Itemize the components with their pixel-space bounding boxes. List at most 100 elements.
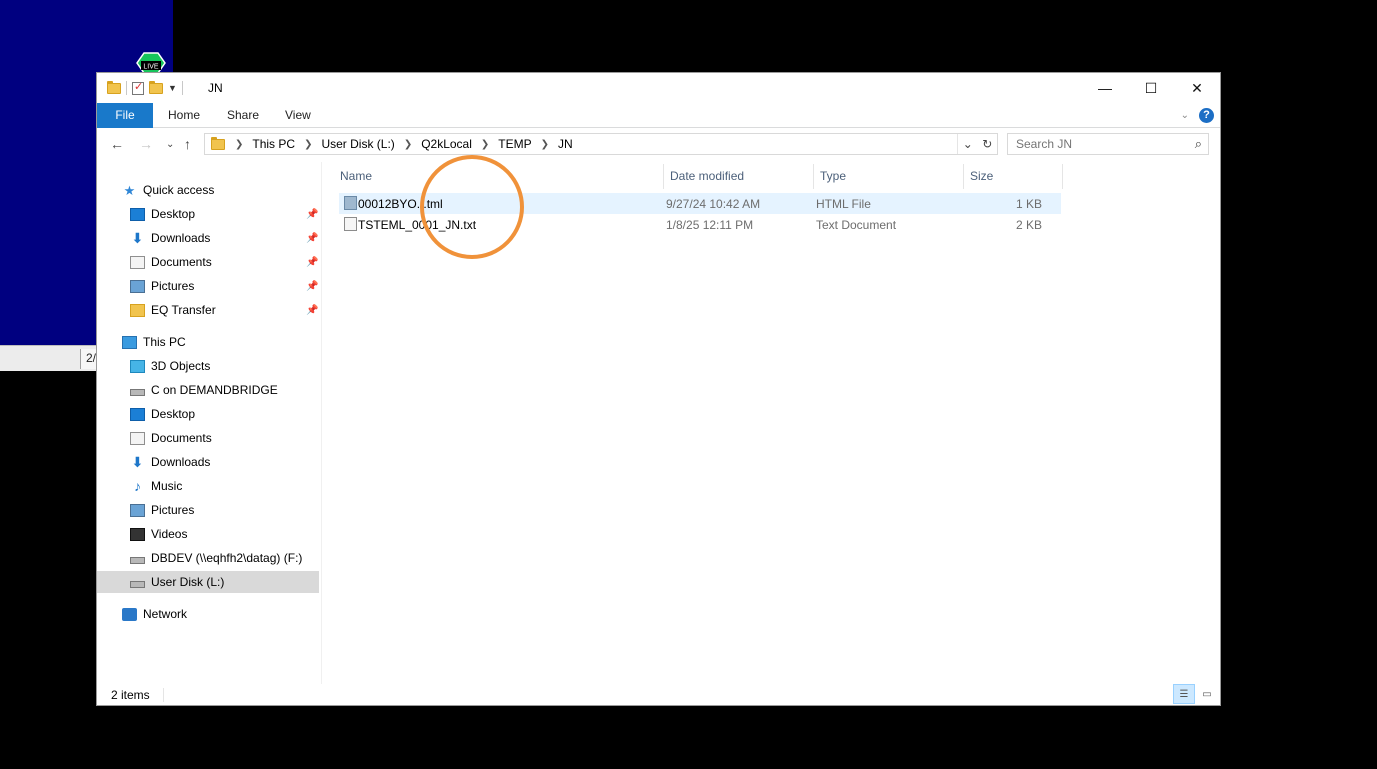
up-arrow-icon[interactable]: ↑ [184,136,191,152]
search-input[interactable] [1008,134,1178,154]
breadcrumb-separator: ❯ [403,138,413,150]
maximize-button[interactable]: ☐ [1128,73,1174,103]
sidebar-item-eq-transfer[interactable]: EQ Transfer [130,299,216,321]
pin-icon[interactable]: 📌 [306,257,318,268]
desktop-icon [130,407,145,421]
quick-access-toolbar: ▼ [107,80,183,95]
breadcrumb: ❯ This PC ❯ User Disk (L:) ❯ Q2kLocal ❯ … [235,137,573,151]
sidebar-item-label: Desktop [151,407,196,421]
window-title: JN [208,81,223,95]
background-window-strip: 2/ [0,345,96,371]
sidebar-item-dbdev-drive[interactable]: DBDEV (\\eqhfh2\datag) (F:) [130,547,302,569]
sidebar-item-label: Documents [151,431,212,445]
live-badge-text: LIVE [143,64,159,71]
downloads-icon: ⬇ [131,229,144,246]
drive-icon [130,580,145,588]
tab-file[interactable]: File [97,103,153,128]
sidebar-item-c-drive[interactable]: C on DEMANDBRIDGE [130,379,278,401]
pin-icon[interactable]: 📌 [306,233,318,244]
new-folder-icon[interactable] [149,80,163,94]
network-drive-icon [130,388,145,396]
sidebar-item-downloads[interactable]: ⬇ Downloads [130,227,211,249]
pin-icon[interactable]: 📌 [306,209,318,220]
breadcrumb-this-pc[interactable]: This PC [252,137,295,151]
pictures-icon [130,279,145,293]
forward-arrow-icon[interactable]: → [139,136,153,152]
sidebar-item-desktop-pc[interactable]: Desktop [130,403,195,425]
sidebar-item-label: Quick access [143,183,215,197]
html-file-icon [344,196,357,210]
sidebar-item-label: Music [151,479,183,493]
back-arrow-icon[interactable]: ← [110,136,124,152]
close-button[interactable]: ✕ [1174,73,1220,103]
sidebar-item-videos[interactable]: Videos [130,523,187,545]
sidebar-item-network[interactable]: Network [122,603,187,625]
recent-locations-icon[interactable]: ⌄ [166,139,174,150]
refresh-icon[interactable]: ↻ [982,137,992,151]
ribbon-controls: ⌄ ? [1181,108,1214,123]
customize-toolbar-icon[interactable]: ▼ [168,83,177,93]
tab-home[interactable]: Home [168,103,200,128]
tab-view[interactable]: View [285,103,311,128]
details-view-icon[interactable]: ☰ [1173,684,1195,704]
address-bar[interactable]: ❯ This PC ❯ User Disk (L:) ❯ Q2kLocal ❯ … [204,133,998,155]
pictures-icon [130,503,145,517]
sidebar-item-music[interactable]: ♪ Music [130,475,182,497]
sidebar-item-label: Downloads [151,455,211,469]
documents-icon [130,431,145,445]
network-drive-icon [130,556,145,564]
sidebar-item-this-pc[interactable]: This PC [122,331,186,353]
column-header-type[interactable]: Type [814,164,964,189]
network-icon [122,607,137,621]
star-icon: ★ [123,182,136,198]
breadcrumb-jn[interactable]: JN [558,137,573,151]
breadcrumb-separator: ❯ [304,138,313,150]
large-icons-view-icon[interactable]: ▭ [1196,684,1218,704]
sidebar-item-documents-pc[interactable]: Documents [130,427,212,449]
sidebar-item-label: Videos [151,527,188,541]
column-header-date[interactable]: Date modified [664,164,814,189]
item-count: 2 items [111,688,150,702]
sidebar-item-user-disk[interactable]: User Disk (L:) [97,571,319,593]
navigation-pane: ★ Quick access Desktop 📌 ⬇ Downloads 📌 Doc… [97,162,322,684]
sidebar-item-downloads-pc[interactable]: ⬇ Downloads [130,451,211,473]
minimize-button[interactable]: — [1082,73,1128,103]
pin-icon[interactable]: 📌 [306,305,318,316]
breadcrumb-temp[interactable]: TEMP [498,137,531,151]
search-icon[interactable]: ⌕ [1195,136,1202,152]
column-header-size[interactable]: Size [964,164,1063,189]
sidebar-item-desktop[interactable]: Desktop [130,203,195,225]
sidebar-item-label: 3D Objects [151,359,211,373]
text-file-icon [344,217,357,231]
expand-ribbon-icon[interactable]: ⌄ [1181,110,1189,121]
breadcrumb-q2klocal[interactable]: Q2kLocal [421,137,472,151]
folder-icon [211,136,225,150]
sidebar-item-3d-objects[interactable]: 3D Objects [130,355,210,377]
sidebar-item-label: User Disk (L:) [151,575,225,589]
help-icon[interactable]: ? [1199,108,1214,123]
breadcrumb-user-disk[interactable]: User Disk (L:) [321,137,394,151]
sidebar-item-pictures-pc[interactable]: Pictures [130,499,194,521]
address-dropdown-icon[interactable]: ⌄ [963,137,973,151]
divider [126,81,127,95]
navigation-bar: ← → ⌄ ↑ ❯ This PC ❯ User Disk (L:) ❯ Q2k… [97,128,1220,162]
breadcrumb-separator: ❯ [540,138,550,150]
sidebar-item-label: Pictures [151,503,195,517]
3d-objects-icon [130,359,145,373]
properties-icon[interactable] [132,80,144,95]
sidebar-item-label: DBDEV (\\eqhfh2\datag) (F:) [151,551,303,565]
sidebar-item-quick-access[interactable]: ★ Quick access [122,179,215,201]
divider [181,81,183,95]
sidebar-item-label: Desktop [151,207,196,221]
sidebar-item-documents[interactable]: Documents [130,251,212,273]
title-bar: ▼ JN — ☐ ✕ [97,73,1220,103]
sidebar-item-label: Network [143,607,188,621]
music-icon: ♪ [134,477,141,494]
search-box[interactable]: ⌕ [1007,133,1209,155]
downloads-icon: ⬇ [131,453,144,470]
sidebar-item-pictures[interactable]: Pictures [130,275,194,297]
tab-share[interactable]: Share [227,103,259,128]
address-controls: ⌄ ↻ [957,134,997,154]
pin-icon[interactable]: 📌 [306,281,318,292]
file-size: 1 KB [1016,197,1043,211]
